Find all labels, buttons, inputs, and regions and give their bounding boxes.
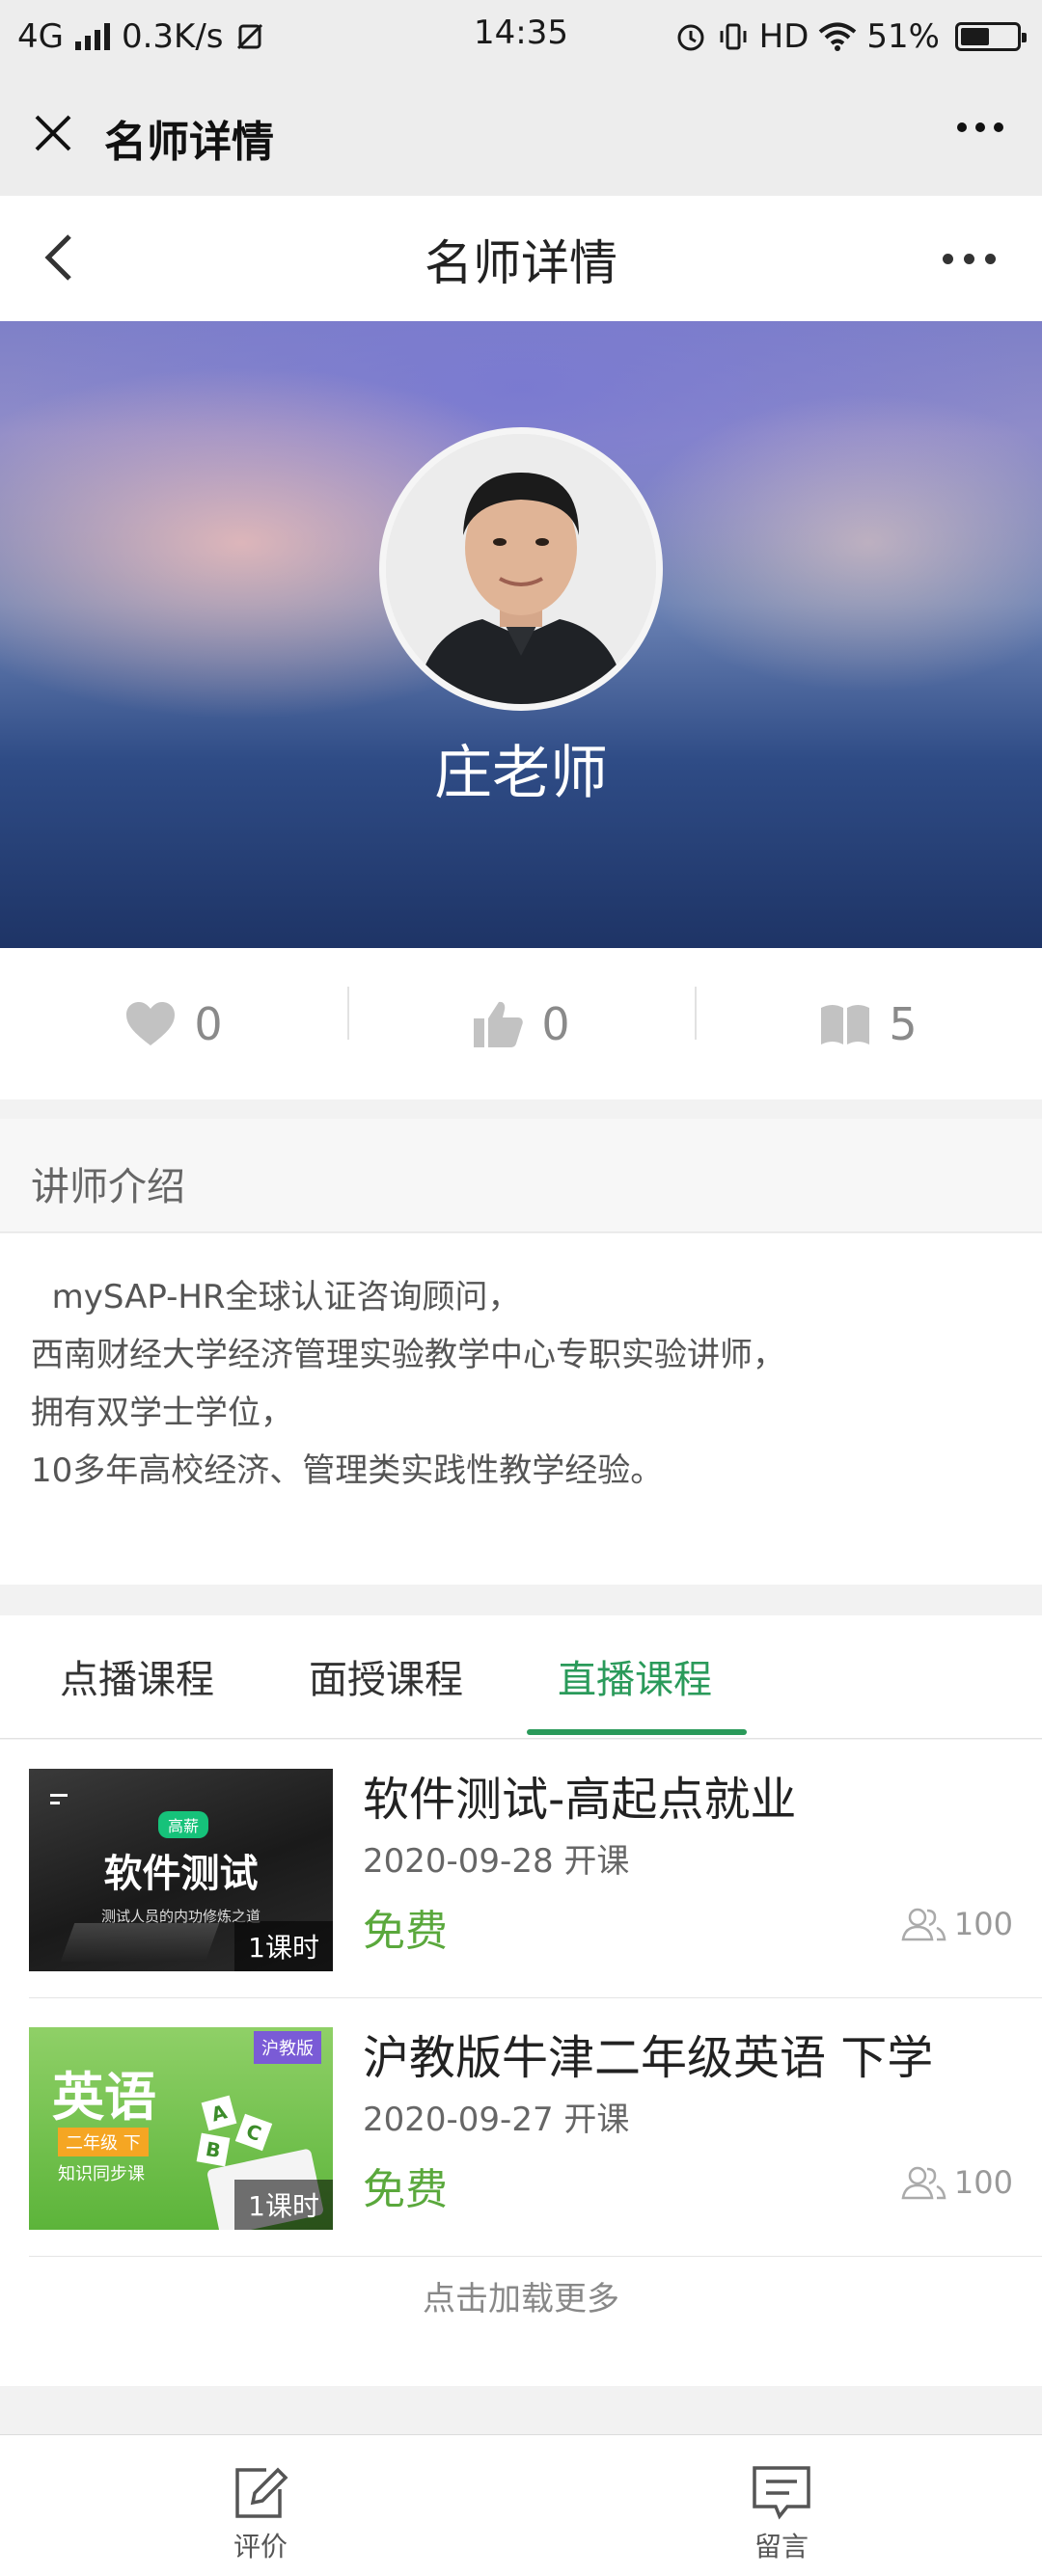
course-members: 100 (900, 1906, 1013, 1942)
course-tabs: 点播课程 面授课程 直播课程 (0, 1615, 1042, 1739)
intro-line: 西南财经大学经济管理实验教学中心专职实验讲师， (31, 1336, 785, 1374)
course-thumbnail: 高薪 软件测试 测试人员的内功修炼之道 1课时 (29, 1769, 333, 1971)
status-right: HD 51% (674, 0, 1027, 72)
active-tab-indicator (527, 1729, 747, 1735)
hd-label: HD (758, 16, 809, 56)
course-list: 高薪 软件测试 测试人员的内功修炼之道 1课时 软件测试-高起点就业 2020-… (0, 1740, 1042, 2386)
alarm-icon (677, 24, 704, 50)
course-count: 5 (889, 997, 918, 1050)
close-icon[interactable] (31, 111, 75, 155)
review-label: 评价 (233, 2531, 288, 2562)
letter-block: B (196, 2132, 231, 2167)
lesson-count-badge: 1课时 (234, 2180, 333, 2230)
intro-header: 讲师介绍 (0, 1119, 1042, 1233)
message-button[interactable]: 留言 (724, 2464, 839, 2564)
battery-fill (961, 27, 989, 45)
page-more-icon[interactable] (943, 254, 996, 264)
like-stat[interactable]: 0 (347, 948, 695, 1099)
wechat-title: 名师详情 (104, 118, 274, 167)
teacher-hero: 庄老师 (0, 321, 1042, 948)
thumb-corner-tag: 沪教版 (254, 2031, 321, 2064)
course-thumbnail: 沪教版 英语 二年级 下 知识同步课 A B C 1课时 (29, 2027, 333, 2230)
laptop-shape (60, 1923, 220, 1962)
intro-line: 10多年高校经济、管理类实践性教学经验。 (31, 1451, 664, 1490)
vibrate-icon (720, 23, 747, 49)
page-header: 名师详情 (0, 196, 1042, 321)
letter-block: A (201, 2095, 237, 2131)
bottom-bar: 评价 留言 (0, 2434, 1042, 2576)
favorite-stat[interactable]: 0 (0, 948, 347, 1099)
status-bar: 4G 0.3K/s 14:35 HD 51% (0, 0, 1042, 72)
thumb-grade-text: 二年级 下 (58, 2128, 149, 2156)
avatar-portrait (386, 434, 656, 704)
letter-block: C (234, 2113, 273, 2152)
thumb-tag: 高薪 (158, 1811, 209, 1838)
intro-line: 拥有双学士学位， (31, 1394, 293, 1432)
menu-mark-icon (50, 1802, 60, 1804)
course-price: 免费 (363, 1907, 448, 1956)
review-button[interactable]: 评价 (203, 2464, 318, 2564)
wifi-icon (819, 22, 857, 51)
course-title[interactable]: 沪教版牛津二年级英语 下学 (363, 2020, 933, 2087)
intro-body: mySAP-HR全球认证咨询顾问， 西南财经大学经济管理实验教学中心专职实验讲师… (0, 1234, 1042, 1585)
intro-line: mySAP-HR全球认证咨询顾问， (31, 1278, 521, 1316)
list-divider (29, 2256, 1042, 2257)
favorite-count: 0 (194, 997, 223, 1050)
message-icon (753, 2466, 810, 2520)
menu-mark-icon (50, 1794, 68, 1797)
thumb-main-text: 软件测试 (103, 1852, 259, 1896)
course-date: 2020-09-28 开课 (363, 1842, 630, 1881)
more-icon[interactable] (957, 122, 1003, 132)
teacher-avatar (379, 427, 663, 711)
course-item[interactable]: 沪教版 英语 二年级 下 知识同步课 A B C 1课时 沪教版牛津二年级英语 … (0, 1998, 1042, 2257)
edit-icon (235, 2467, 288, 2518)
book-icon (821, 1004, 870, 1044)
users-icon (901, 2166, 946, 2200)
users-icon (901, 1908, 946, 1941)
course-price: 免费 (363, 2165, 448, 2214)
course-date: 2020-09-27 开课 (363, 2101, 630, 2139)
battery-percent: 51% (866, 16, 940, 56)
course-stat[interactable]: 5 (695, 948, 1042, 1099)
like-count: 0 (541, 997, 570, 1050)
tab-in-person[interactable]: 面授课程 (309, 1648, 463, 1704)
member-count: 100 (953, 2164, 1013, 2201)
member-count: 100 (953, 1906, 1013, 1942)
teacher-name: 庄老师 (434, 740, 608, 807)
course-item[interactable]: 高薪 软件测试 测试人员的内功修炼之道 1课时 软件测试-高起点就业 2020-… (0, 1740, 1042, 1998)
stats-bar: 0 0 5 (0, 948, 1042, 1099)
battery-icon (955, 21, 1027, 51)
course-title[interactable]: 软件测试-高起点就业 (363, 1761, 796, 1829)
thumb-sub-text: 知识同步课 (58, 2164, 145, 2184)
wechat-header: 名师详情 (0, 72, 1042, 196)
course-members: 100 (900, 2164, 1013, 2201)
lesson-count-badge: 1课时 (234, 1921, 333, 1971)
tab-live[interactable]: 直播课程 (558, 1648, 712, 1704)
tab-on-demand[interactable]: 点播课程 (60, 1648, 214, 1704)
thumb-main-text: 英语 (52, 2067, 156, 2128)
thumbs-up-icon (474, 1001, 524, 1047)
page-title: 名师详情 (425, 235, 617, 291)
load-more-button[interactable]: 点击加载更多 (0, 2272, 1042, 2319)
intro-heading: 讲师介绍 (31, 1165, 185, 1209)
heart-icon (126, 1001, 176, 1045)
message-label: 留言 (754, 2531, 809, 2562)
